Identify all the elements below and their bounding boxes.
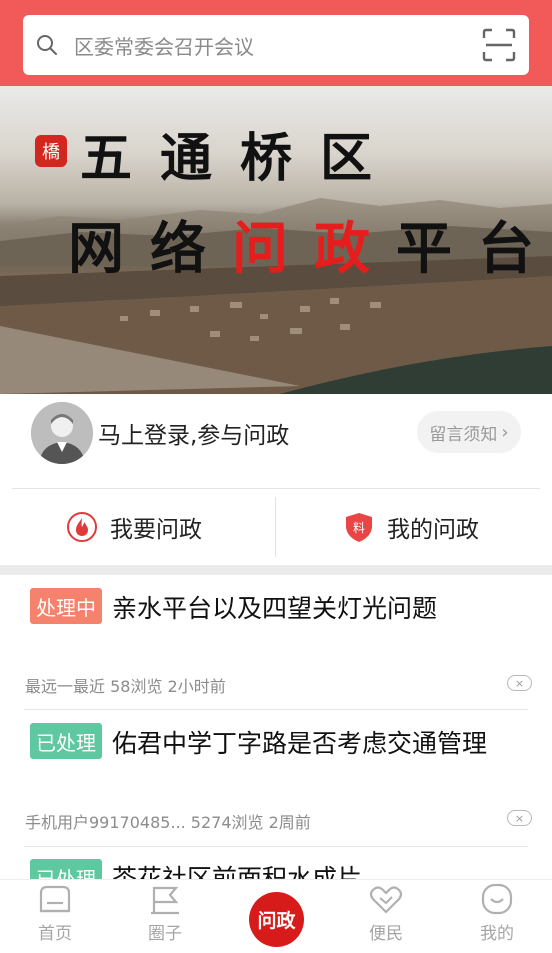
user-avatar-icon — [31, 402, 93, 464]
tab-me[interactable]: 我的 — [457, 880, 537, 953]
avatar[interactable] — [31, 402, 93, 464]
my-questions-button[interactable]: 料 我的问政 — [343, 489, 479, 565]
tab-circle[interactable]: 圈子 — [125, 880, 205, 953]
list-item[interactable]: 已处理 佑君中学丁字路是否考虑交通管理 手机用户99170485... 5274… — [0, 710, 552, 847]
status-badge: 已处理 — [30, 859, 102, 879]
home-icon — [39, 885, 71, 913]
close-icon[interactable]: × — [507, 810, 532, 826]
tab-home-label: 首页 — [38, 924, 72, 944]
tab-home[interactable]: 首页 — [15, 880, 95, 953]
smile-icon — [481, 883, 513, 915]
shield-icon: 料 — [346, 513, 372, 542]
tab-service[interactable]: 便民 — [346, 880, 426, 953]
banner-title-part-a: 网络 — [68, 216, 232, 282]
scan-icon[interactable] — [482, 28, 516, 62]
tab-wenzheng[interactable]: 问政 — [249, 892, 304, 947]
tab-service-label: 便民 — [369, 924, 403, 944]
news-meta: 手机用户99170485... 5274浏览 2周前 — [25, 813, 311, 832]
top-bar: 区委常委会召开会议 — [0, 0, 552, 86]
news-meta: 最远一最近 58浏览 2小时前 — [25, 677, 226, 696]
list-item[interactable]: 处理中 亲水平台以及四望关灯光问题 最远一最近 58浏览 2小时前 × — [0, 575, 552, 710]
tab-me-label: 我的 — [480, 924, 514, 944]
list-item[interactable]: 已处理 茶花社区前面积水成片 — [0, 847, 552, 879]
section-gap — [0, 565, 552, 575]
handshake-icon — [369, 886, 403, 914]
search-box[interactable]: 区委常委会召开会议 — [23, 15, 529, 75]
message-notice-button[interactable]: 留言须知 › — [417, 411, 521, 453]
news-title[interactable]: 亲水平台以及四望关灯光问题 — [112, 589, 437, 625]
status-badge: 处理中 — [30, 588, 102, 624]
close-icon[interactable]: × — [507, 675, 532, 691]
chevron-right-icon: › — [501, 421, 509, 443]
login-prompt[interactable]: 马上登录,参与问政 — [98, 416, 289, 450]
ask-question-label: 我要问政 — [110, 517, 202, 543]
banner-title-line1: 五通桥区 — [80, 128, 401, 189]
search-icon — [37, 35, 57, 55]
ask-question-button[interactable]: 我要问政 — [66, 489, 202, 565]
banner-image[interactable]: 橋 五通桥区 网络问政平台 — [0, 86, 552, 394]
banner-title-line2: 网络问政平台 — [68, 204, 552, 285]
login-row[interactable]: 马上登录,参与问政 留言须知 › — [0, 394, 552, 488]
search-input[interactable]: 区委常委会召开会议 — [74, 31, 482, 60]
svg-text:料: 料 — [353, 521, 365, 535]
my-questions-label: 我的问政 — [387, 517, 479, 543]
notice-label: 留言须知 — [429, 424, 498, 445]
tab-circle-label: 圈子 — [148, 924, 182, 944]
status-badge: 已处理 — [30, 723, 102, 759]
banner-title-part-c: 平台 — [396, 216, 552, 282]
flag-icon — [151, 886, 179, 915]
action-divider — [275, 497, 276, 557]
banner-title-highlight: 问政 — [232, 216, 396, 282]
news-title[interactable]: 佑君中学丁字路是否考虑交通管理 — [112, 724, 487, 760]
flame-icon — [67, 512, 97, 542]
news-title[interactable]: 茶花社区前面积水成片 — [112, 859, 362, 879]
bottom-tab-bar: 首页 圈子 问政 便民 我的 — [0, 879, 552, 953]
action-row: 我要问政 料 我的问政 — [0, 489, 552, 565]
district-logo-badge: 橋 — [35, 135, 67, 167]
